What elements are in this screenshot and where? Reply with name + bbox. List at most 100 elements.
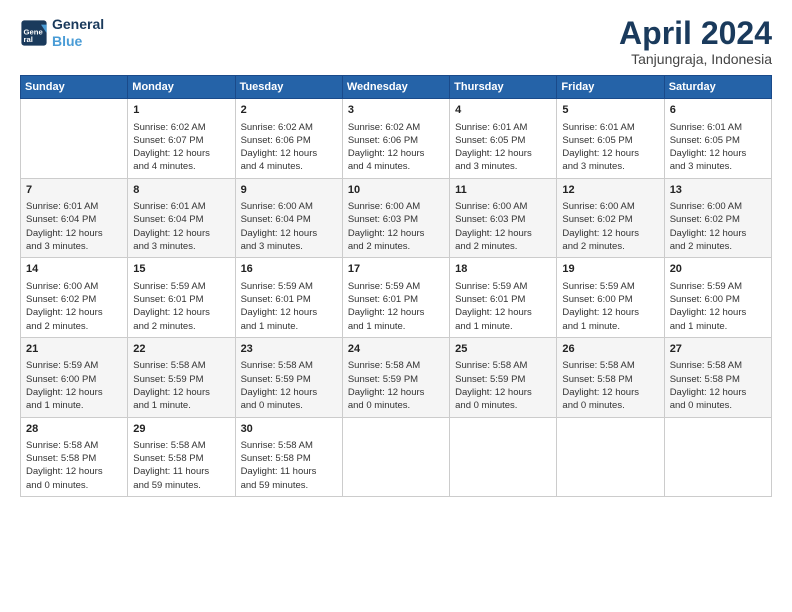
day-info: Sunrise: 6:01 AM [670,121,766,134]
calendar-cell: 9Sunrise: 6:00 AMSunset: 6:04 PMDaylight… [235,178,342,258]
day-info: Daylight: 12 hours [26,465,122,478]
day-number: 3 [348,103,444,118]
header: Gene ral General Blue April 2024 Tanjung… [20,16,772,67]
day-info: Sunrise: 5:58 AM [562,359,658,372]
day-info: Sunrise: 5:58 AM [26,439,122,452]
day-number: 20 [670,262,766,277]
day-info: Sunrise: 5:59 AM [455,280,551,293]
day-info: Sunset: 5:59 PM [455,373,551,386]
day-info: and 3 minutes. [133,240,229,253]
calendar-cell [557,417,664,497]
day-info: Daylight: 12 hours [455,386,551,399]
logo: Gene ral General Blue [20,16,104,50]
calendar-week-1: 1Sunrise: 6:02 AMSunset: 6:07 PMDaylight… [21,99,772,179]
day-info: Sunset: 6:07 PM [133,134,229,147]
day-info: Daylight: 12 hours [26,227,122,240]
calendar-cell: 11Sunrise: 6:00 AMSunset: 6:03 PMDayligh… [450,178,557,258]
calendar-cell: 26 Sunrise: 5:58 AMSunset: 5:58 PMDayligh… [557,337,664,417]
day-info: Sunrise: 5:58 AM [133,439,229,452]
col-monday: Monday [128,76,235,99]
day-info: and 0 minutes. [670,399,766,412]
day-info: Sunset: 6:04 PM [241,213,337,226]
day-info: and 3 minutes. [26,240,122,253]
day-info: and 3 minutes. [562,160,658,173]
day-info: and 2 minutes. [133,320,229,333]
day-info: Sunrise: 5:58 AM [455,359,551,372]
day-info: Sunrise: 6:01 AM [133,200,229,213]
calendar-cell: 4Sunrise: 6:01 AMSunset: 6:05 PMDaylight… [450,99,557,179]
calendar-cell: 17Sunrise: 5:59 AMSunset: 6:01 PMDayligh… [342,258,449,338]
calendar-cell: 29 Sunrise: 5:58 AMSunset: 5:58 PMDayligh… [128,417,235,497]
day-info: Sunset: 6:05 PM [562,134,658,147]
day-info: and 3 minutes. [241,240,337,253]
day-info: and 1 minute. [241,320,337,333]
day-info: Sunrise: 5:59 AM [26,359,122,372]
day-info: and 1 minute. [455,320,551,333]
day-info: Sunset: 6:01 PM [348,293,444,306]
day-info: Sunset: 6:06 PM [241,134,337,147]
day-info: Daylight: 12 hours [670,147,766,160]
day-info: Daylight: 12 hours [455,147,551,160]
day-info: and 2 minutes. [455,240,551,253]
month-title: April 2024 [619,16,772,51]
day-info: and 0 minutes. [26,479,122,492]
day-info: Sunset: 6:05 PM [670,134,766,147]
day-number: 17 [348,262,444,277]
day-info: Daylight: 11 hours [133,465,229,478]
day-info: Daylight: 12 hours [670,386,766,399]
day-number: 11 [455,183,551,198]
day-number: 22 [133,342,229,357]
day-info: Sunrise: 6:01 AM [26,200,122,213]
day-number: 25 [455,342,551,357]
day-info: Sunrise: 6:02 AM [241,121,337,134]
calendar-cell: 27Sunrise: 5:58 AMSunset: 5:58 PMDayligh… [664,337,771,417]
day-info: Sunrise: 6:02 AM [133,121,229,134]
day-info: Daylight: 12 hours [241,147,337,160]
day-number: 5 [562,103,658,118]
day-info: Sunset: 6:01 PM [241,293,337,306]
day-info: and 4 minutes. [133,160,229,173]
day-info: Sunrise: 5:59 AM [562,280,658,293]
calendar-cell: 2Sunrise: 6:02 AMSunset: 6:06 PMDaylight… [235,99,342,179]
day-info: and 1 minute. [562,320,658,333]
day-info: and 4 minutes. [348,160,444,173]
day-info: and 0 minutes. [348,399,444,412]
day-info: Daylight: 12 hours [562,386,658,399]
day-info: Sunset: 6:04 PM [133,213,229,226]
day-number: 26 [562,342,658,357]
day-number: 24 [348,342,444,357]
day-info: Daylight: 12 hours [133,386,229,399]
day-info: and 2 minutes. [670,240,766,253]
day-info: Daylight: 12 hours [133,306,229,319]
day-info: Sunset: 6:01 PM [455,293,551,306]
calendar-header-row: Sunday Monday Tuesday Wednesday Thursday… [21,76,772,99]
col-wednesday: Wednesday [342,76,449,99]
day-number: 29 [133,422,229,437]
calendar-cell: 30Sunrise: 5:58 AMSunset: 5:58 PMDayligh… [235,417,342,497]
calendar-cell: 10Sunrise: 6:00 AMSunset: 6:03 PMDayligh… [342,178,449,258]
day-info: Sunrise: 6:00 AM [670,200,766,213]
day-info: Sunrise: 5:58 AM [241,359,337,372]
day-info: Sunset: 5:58 PM [562,373,658,386]
day-info: and 4 minutes. [241,160,337,173]
day-info: Daylight: 12 hours [562,147,658,160]
calendar-cell: 23Sunrise: 5:58 AMSunset: 5:59 PMDayligh… [235,337,342,417]
day-info: Daylight: 12 hours [670,227,766,240]
day-number: 13 [670,183,766,198]
day-info: Sunset: 5:58 PM [133,452,229,465]
day-info: Daylight: 12 hours [133,227,229,240]
day-info: Sunset: 6:01 PM [133,293,229,306]
logo-text: General Blue [52,16,104,50]
day-info: and 2 minutes. [348,240,444,253]
day-number: 15 [133,262,229,277]
calendar-cell: 3Sunrise: 6:02 AMSunset: 6:06 PMDaylight… [342,99,449,179]
day-info: Daylight: 12 hours [562,227,658,240]
calendar-cell [21,99,128,179]
day-info: Sunset: 6:00 PM [562,293,658,306]
calendar-table: Sunday Monday Tuesday Wednesday Thursday… [20,75,772,497]
day-info: and 0 minutes. [241,399,337,412]
day-info: and 1 minute. [26,399,122,412]
calendar-week-2: 7Sunrise: 6:01 AMSunset: 6:04 PMDaylight… [21,178,772,258]
day-info: and 2 minutes. [562,240,658,253]
day-number: 30 [241,422,337,437]
